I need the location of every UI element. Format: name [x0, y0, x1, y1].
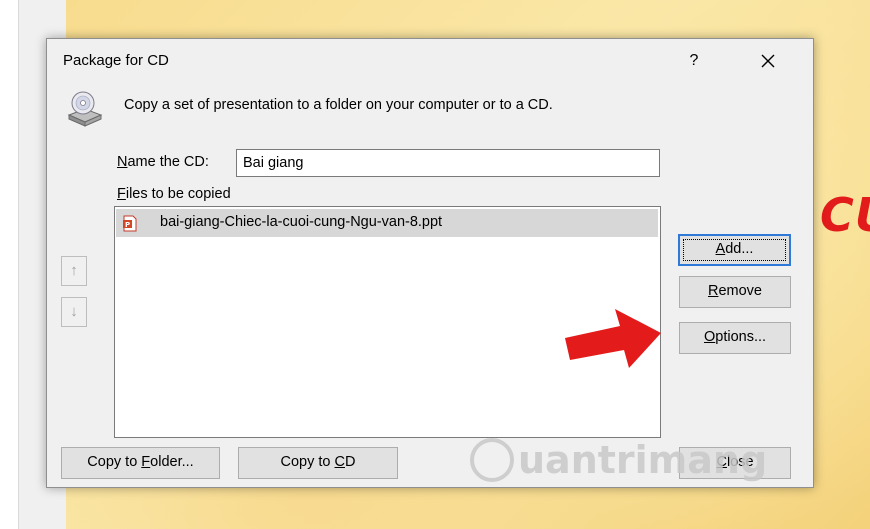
remove-button[interactable]: Remove — [679, 276, 791, 308]
package-for-cd-dialog: Package for CD ? Copy a set of presentat… — [46, 38, 814, 488]
dialog-description: Copy a set of presentation to a folder o… — [124, 97, 553, 113]
cd-name-input[interactable] — [236, 149, 660, 177]
focus-rectangle — [683, 239, 786, 261]
slide-title-fragment: CU — [820, 188, 870, 242]
title-bar: Package for CD ? — [47, 39, 813, 83]
copy-to-folder-button[interactable]: Copy to Folder... — [61, 447, 220, 479]
watermark-logo-icon — [470, 438, 514, 482]
options-button[interactable]: Options... — [679, 322, 791, 354]
close-window-button[interactable] — [753, 47, 783, 75]
move-up-button[interactable]: ↑ — [61, 256, 87, 286]
name-cd-label: Name the CD: — [117, 154, 209, 170]
move-down-button[interactable]: ↓ — [61, 297, 87, 327]
cd-drive-icon — [67, 91, 103, 127]
annotation-arrow-icon — [565, 309, 661, 368]
copy-to-cd-button[interactable]: Copy to CD — [238, 447, 398, 479]
ppt-file-icon: P — [123, 215, 137, 232]
close-icon — [761, 54, 775, 68]
list-item[interactable]: P bai-giang-Chiec-la-cuoi-cung-Ngu-van-8… — [116, 209, 658, 237]
watermark: uantrimang — [470, 438, 767, 482]
dialog-title: Package for CD — [63, 52, 169, 69]
background-window-edge — [0, 0, 18, 529]
file-name: bai-giang-Chiec-la-cuoi-cung-Ngu-van-8.p… — [160, 214, 443, 230]
help-button[interactable]: ? — [679, 47, 709, 75]
watermark-text: uantrimang — [518, 438, 768, 482]
svg-text:P: P — [125, 221, 130, 229]
add-button[interactable]: Add... — [678, 234, 791, 266]
files-to-copy-label: Files to be copied — [117, 186, 231, 202]
